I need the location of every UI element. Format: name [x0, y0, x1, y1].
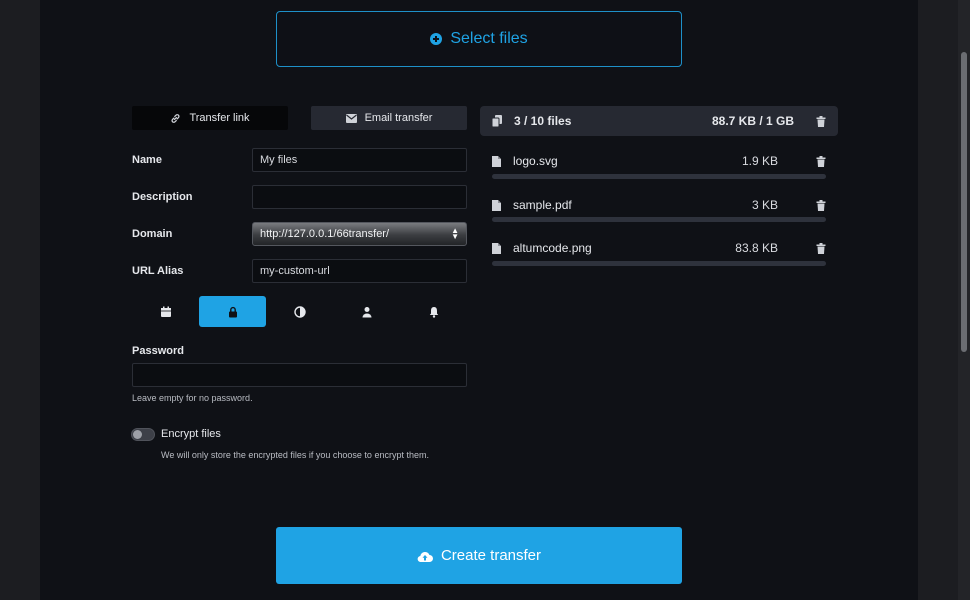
- encrypt-help-text: We will only store the encrypted files i…: [161, 450, 429, 460]
- contrast-icon: [293, 305, 306, 318]
- envelope-icon: [345, 113, 357, 123]
- plus-circle-icon: [430, 33, 443, 45]
- url-alias-placeholder: my-custom-url: [260, 265, 330, 277]
- lock-icon: [228, 306, 237, 317]
- file-row: logo.svg 1.9 KB: [492, 151, 826, 171]
- description-label: Description: [132, 191, 193, 203]
- file-icon: [492, 242, 501, 254]
- option-tab-expiration[interactable]: [132, 296, 199, 327]
- file-row: altumcode.png 83.8 KB: [492, 238, 826, 258]
- file-name: sample.pdf: [513, 198, 572, 212]
- name-input[interactable]: My files: [252, 148, 467, 172]
- files-summary-header: 3 / 10 files 88.7 KB / 1 GB: [480, 106, 838, 136]
- create-transfer-button[interactable]: Create transfer: [276, 527, 682, 584]
- url-alias-input[interactable]: my-custom-url: [252, 259, 467, 283]
- bell-icon: [429, 306, 438, 318]
- file-name: logo.svg: [513, 154, 558, 168]
- file-icon: [492, 199, 501, 211]
- user-icon: [362, 306, 371, 317]
- trash-icon[interactable]: [816, 155, 826, 167]
- select-files-button[interactable]: Select files: [276, 11, 682, 67]
- domain-label: Domain: [132, 228, 173, 240]
- tab-transfer-link[interactable]: Transfer link: [132, 106, 288, 130]
- name-label: Name: [132, 154, 162, 166]
- option-tab-appearance[interactable]: [266, 296, 333, 327]
- domain-select[interactable]: http://127.0.0.1/66transfer/ ▲ ▼: [252, 222, 467, 246]
- upload-progress-bar: [492, 174, 826, 179]
- tab-email-transfer[interactable]: Email transfer: [311, 106, 467, 130]
- file-icon: [492, 155, 501, 167]
- trash-icon[interactable]: [816, 115, 826, 127]
- option-tab-user[interactable]: [333, 296, 400, 327]
- file-size: 1.9 KB: [741, 154, 778, 168]
- file-row: sample.pdf 3 KB: [492, 195, 826, 215]
- file-size: 83.8 KB: [735, 241, 778, 255]
- files-count: 3 / 10 files: [514, 114, 572, 128]
- cloud-upload-icon: [417, 551, 433, 562]
- name-input-value: My files: [260, 154, 298, 166]
- select-files-label: Select files: [450, 30, 528, 47]
- option-tab-password[interactable]: [199, 296, 266, 327]
- url-alias-label: URL Alias: [132, 265, 184, 277]
- upload-progress-bar: [492, 261, 826, 266]
- domain-select-value: http://127.0.0.1/66transfer/: [260, 228, 390, 240]
- encrypt-files-toggle[interactable]: [131, 428, 155, 441]
- encrypt-files-label: Encrypt files: [161, 428, 221, 440]
- file-name: altumcode.png: [513, 241, 592, 255]
- upload-progress-bar: [492, 217, 826, 222]
- calendar-icon: [160, 306, 171, 317]
- file-size: 3 KB: [751, 198, 778, 212]
- password-label: Password: [132, 345, 184, 357]
- tab-email-transfer-label: Email transfer: [364, 112, 433, 124]
- link-icon: [171, 113, 180, 123]
- trash-icon[interactable]: [816, 242, 826, 254]
- tab-transfer-link-label: Transfer link: [189, 112, 250, 124]
- copy-icon: [492, 115, 502, 127]
- description-input[interactable]: [252, 185, 467, 209]
- select-arrows-icon: ▲ ▼: [451, 226, 459, 241]
- scrollbar-thumb[interactable]: [961, 52, 967, 352]
- create-transfer-label: Create transfer: [440, 547, 542, 564]
- trash-icon[interactable]: [816, 199, 826, 211]
- files-total-size: 88.7 KB / 1 GB: [711, 114, 794, 128]
- password-help-text: Leave empty for no password.: [132, 393, 253, 403]
- option-tab-notifications[interactable]: [400, 296, 467, 327]
- password-input[interactable]: [132, 363, 467, 387]
